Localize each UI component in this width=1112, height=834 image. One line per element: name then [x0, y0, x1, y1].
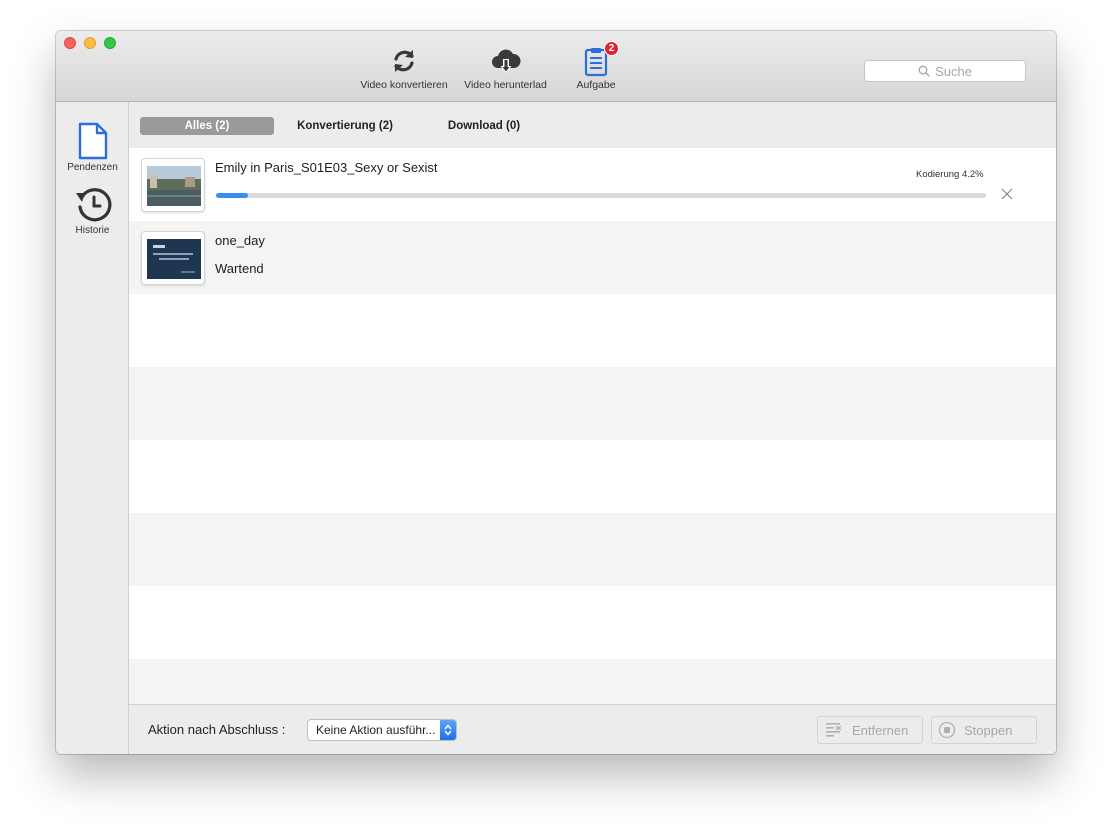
- video-download-button[interactable]: Video herunterlad: [458, 45, 553, 91]
- task-title: Emily in Paris_S01E03_Sexy or Sexist: [215, 160, 438, 175]
- minimize-window-button[interactable]: [84, 37, 96, 49]
- convert-refresh-icon: [388, 45, 420, 77]
- empty-row: [129, 513, 1056, 586]
- progress-bar: [216, 193, 986, 198]
- select-arrows-icon: [440, 720, 456, 740]
- after-completion-select[interactable]: Keine Aktion ausführ...: [307, 719, 457, 741]
- history-clock-icon: [75, 188, 111, 222]
- tab-all[interactable]: Alles (2): [140, 117, 274, 135]
- cloud-download-icon: [490, 45, 522, 77]
- after-completion-label: Aktion nach Abschluss :: [148, 722, 286, 737]
- document-icon: [78, 122, 107, 160]
- sidebar-item-pending[interactable]: Pendenzen: [56, 122, 129, 173]
- search-icon: [918, 65, 930, 77]
- empty-row: [129, 440, 1056, 513]
- progress-bar-fill: [216, 193, 249, 198]
- close-icon: [1001, 188, 1013, 200]
- remove-list-icon: [826, 723, 842, 737]
- sidebar-item-history[interactable]: Historie: [56, 187, 129, 236]
- search-placeholder: Suche: [935, 63, 972, 79]
- app-window: Video konvertieren Video herunterlad 2 A…: [56, 31, 1056, 754]
- sidebar: Pendenzen Historie: [56, 102, 129, 754]
- sidebar-item-label: Historie: [75, 225, 110, 236]
- empty-row: [129, 659, 1056, 704]
- sidebar-item-label: Pendenzen: [67, 162, 118, 173]
- task-list: Emily in Paris_S01E03_Sexy or Sexist Kod…: [129, 148, 1056, 704]
- progress-status: Kodierung 4.2%: [916, 169, 984, 180]
- empty-row: [129, 586, 1056, 659]
- video-convert-button[interactable]: Video konvertieren: [358, 45, 450, 91]
- tab-download[interactable]: Download (0): [419, 117, 549, 135]
- stop-label: Stoppen: [964, 722, 1013, 738]
- empty-row: [129, 294, 1056, 367]
- toolbar: Video konvertieren Video herunterlad 2 A…: [56, 31, 1056, 102]
- close-window-button[interactable]: [64, 37, 76, 49]
- video-thumbnail: [141, 158, 205, 212]
- clipboard-task-icon: 2: [580, 41, 619, 77]
- task-row[interactable]: one_day Wartend: [129, 221, 1056, 294]
- after-completion-value: Keine Aktion ausführ...: [316, 723, 436, 737]
- stop-button[interactable]: Stoppen: [931, 716, 1037, 744]
- search-input[interactable]: Suche: [864, 60, 1026, 82]
- stop-icon: [938, 721, 956, 739]
- tab-conversion[interactable]: Konvertierung (2): [279, 117, 411, 135]
- task-count-badge: 2: [604, 41, 619, 56]
- bottom-bar: Aktion nach Abschluss : Keine Aktion aus…: [129, 704, 1056, 754]
- video-download-label: Video herunterlad: [464, 79, 547, 91]
- zoom-window-button[interactable]: [104, 37, 116, 49]
- task-title: one_day: [215, 233, 265, 248]
- main-panel: Alles (2) Konvertierung (2) Download (0): [129, 102, 1056, 754]
- video-thumbnail: [141, 231, 205, 285]
- task-status: Wartend: [215, 261, 264, 276]
- task-row[interactable]: Emily in Paris_S01E03_Sexy or Sexist Kod…: [129, 148, 1056, 221]
- video-convert-label: Video konvertieren: [360, 79, 448, 91]
- window-controls: [64, 37, 116, 49]
- empty-row: [129, 367, 1056, 440]
- task-label: Aufgabe: [576, 79, 616, 91]
- filter-tabs: Alles (2) Konvertierung (2) Download (0): [129, 102, 1056, 148]
- cancel-task-button[interactable]: [999, 186, 1015, 202]
- remove-button[interactable]: Entfernen: [817, 716, 923, 744]
- task-button[interactable]: 2 Aufgabe: [568, 41, 624, 91]
- remove-label: Entfernen: [852, 722, 909, 738]
